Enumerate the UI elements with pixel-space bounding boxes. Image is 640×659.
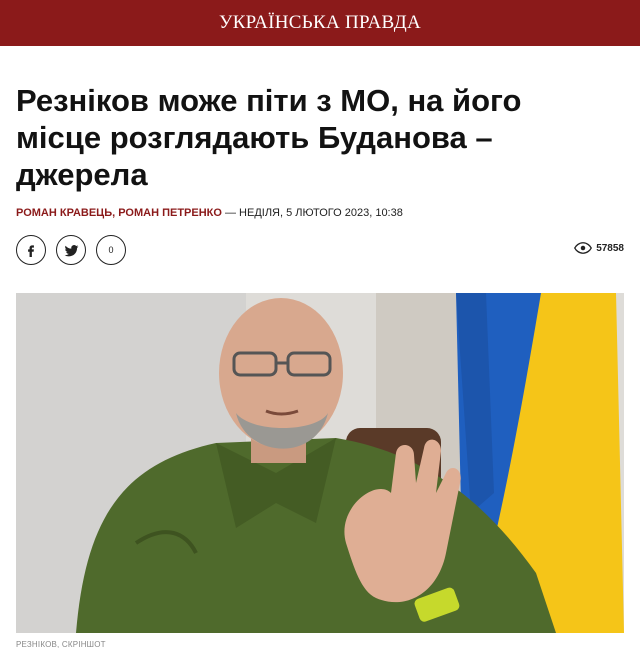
article-photo-image (16, 293, 624, 633)
site-logo[interactable]: УКРАЇНСЬКА ПРАВДА (219, 12, 421, 34)
twitter-icon (64, 244, 78, 256)
article-byline: РОМАН КРАВЕЦЬ, РОМАН ПЕТРЕНКО — НЕДІЛЯ, … (16, 207, 624, 219)
views-counter: 57858 (574, 242, 624, 254)
comment-count: 0 (108, 245, 114, 255)
eye-icon (574, 242, 593, 254)
publish-date: — НЕДІЛЯ, 5 ЛЮТОГО 2023, 10:38 (225, 207, 403, 219)
views-count: 57858 (596, 242, 624, 254)
share-bar: 0 57858 (16, 235, 624, 271)
headline-line-3: джерела (16, 157, 148, 192)
headline-line-1: Резніков може піти з МО, на його (16, 83, 522, 118)
author-links[interactable]: РОМАН КРАВЕЦЬ, РОМАН ПЕТРЕНКО (16, 207, 222, 219)
article-photo (16, 293, 624, 633)
article-headline: Резніков може піти з МО, на його місце р… (16, 82, 624, 193)
photo-caption: РЕЗНІКОВ, СКРІНШОТ (16, 640, 106, 649)
comments-button[interactable]: 0 (96, 235, 126, 265)
facebook-icon (28, 245, 34, 257)
twitter-share-button[interactable] (56, 235, 86, 265)
site-header: УКРАЇНСЬКА ПРАВДА (0, 0, 640, 46)
headline-line-2: місце розглядають Буданова – (16, 120, 493, 155)
facebook-share-button[interactable] (16, 235, 46, 265)
